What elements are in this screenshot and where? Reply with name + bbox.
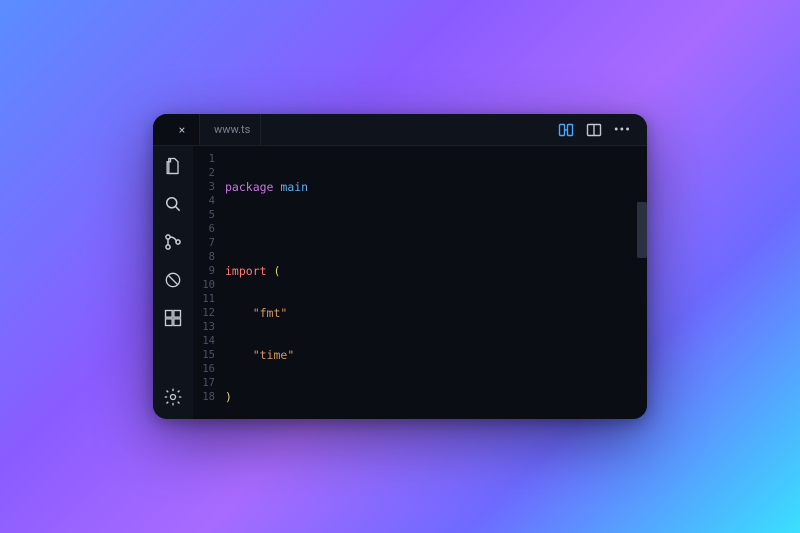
- activity-bar: [153, 146, 193, 419]
- line-number: 3: [193, 180, 221, 194]
- layout-icon[interactable]: [586, 122, 602, 138]
- editor-window: × www.ts •••: [153, 114, 647, 419]
- window-body: 1 2 3 4 5 6 7 8 9 10 11 12 13 14 15 16 1…: [153, 146, 647, 419]
- code-line: "fmt": [225, 306, 633, 320]
- line-number: 4: [193, 194, 221, 208]
- code-content: package main import ( "fmt" "time" ) fun…: [225, 152, 633, 419]
- tab-www-ts[interactable]: www.ts: [200, 114, 261, 145]
- line-number: 2: [193, 166, 221, 180]
- line-number: 14: [193, 334, 221, 348]
- split-diff-icon[interactable]: [558, 122, 574, 138]
- line-number: 5: [193, 208, 221, 222]
- line-number: 11: [193, 292, 221, 306]
- debug-icon[interactable]: [163, 270, 183, 290]
- line-number: 7: [193, 236, 221, 250]
- settings-gear-icon[interactable]: [163, 387, 183, 407]
- line-number: 8: [193, 250, 221, 264]
- line-number: 16: [193, 362, 221, 376]
- tab-active[interactable]: ×: [153, 114, 200, 145]
- line-number: 13: [193, 320, 221, 334]
- line-number: 9: [193, 264, 221, 278]
- titlebar: × www.ts •••: [153, 114, 647, 146]
- explorer-icon[interactable]: [163, 156, 183, 176]
- source-control-icon[interactable]: [163, 232, 183, 252]
- line-number: 18: [193, 390, 221, 404]
- close-icon[interactable]: ×: [175, 123, 189, 137]
- extensions-icon[interactable]: [163, 308, 183, 328]
- code-line: import (: [225, 264, 633, 278]
- line-number: 15: [193, 348, 221, 362]
- code-line: [225, 222, 633, 236]
- line-number: 17: [193, 376, 221, 390]
- code-editor[interactable]: 1 2 3 4 5 6 7 8 9 10 11 12 13 14 15 16 1…: [193, 146, 647, 419]
- line-number-gutter: 1 2 3 4 5 6 7 8 9 10 11 12 13 14 15 16 1…: [193, 152, 221, 404]
- code-line: "time": [225, 348, 633, 362]
- more-icon[interactable]: •••: [614, 122, 631, 138]
- line-number: 6: [193, 222, 221, 236]
- line-number: 12: [193, 306, 221, 320]
- code-line: package main: [225, 180, 633, 194]
- line-number: 1: [193, 152, 221, 166]
- tab-inactive-label: www.ts: [214, 123, 250, 136]
- scrollbar-thumb[interactable]: [637, 202, 647, 258]
- line-number: 10: [193, 278, 221, 292]
- code-line: ): [225, 390, 633, 404]
- search-icon[interactable]: [163, 194, 183, 214]
- titlebar-actions: •••: [558, 122, 641, 138]
